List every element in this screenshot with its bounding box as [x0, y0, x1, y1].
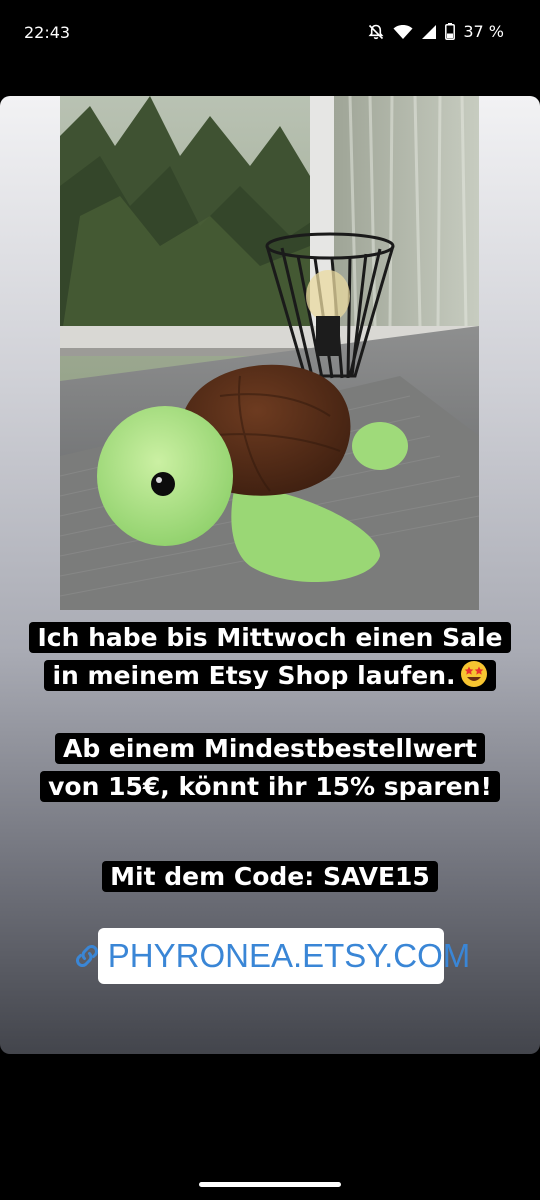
home-indicator[interactable]: [199, 1182, 341, 1187]
caption-discount-line1: Ab einem Mindestbestellwert: [54, 733, 485, 764]
star-struck-emoji-icon: [460, 660, 488, 688]
signal-icon: [421, 24, 437, 40]
story-card[interactable]: Ich habe bis Mittwoch einen Sale in mein…: [0, 96, 540, 1054]
caption-sale-line1: Ich habe bis Mittwoch einen Sale: [29, 622, 511, 653]
turtle-photo: [60, 96, 479, 610]
caption-sale-line2-text: in meinem Etsy Shop laufen.: [52, 661, 456, 690]
caption-sale-line2: in meinem Etsy Shop laufen.: [44, 660, 496, 691]
status-icons: 37 %: [367, 22, 504, 41]
battery-percent: 37 %: [463, 22, 504, 41]
link-icon: [72, 941, 102, 971]
status-bar: 22:43 37 %: [0, 0, 540, 64]
caption-sale: Ich habe bis Mittwoch einen Sale in mein…: [0, 619, 540, 695]
caption-discount-line2: von 15€, könnt ihr 15% sparen!: [40, 771, 500, 802]
notifications-off-icon: [367, 23, 385, 41]
link-label: PHYRONEA.ETSY.COM: [107, 937, 471, 974]
status-time: 22:43: [24, 23, 71, 42]
caption-code-text: Mit dem Code: SAVE15: [102, 861, 438, 892]
caption-code: Mit dem Code: SAVE15: [0, 858, 540, 896]
link-sticker[interactable]: PHYRONEA.ETSY.COM: [75, 928, 470, 984]
battery-icon: [445, 23, 456, 40]
caption-discount: Ab einem Mindestbestellwert von 15€, kön…: [0, 730, 540, 806]
wifi-icon: [393, 24, 413, 40]
